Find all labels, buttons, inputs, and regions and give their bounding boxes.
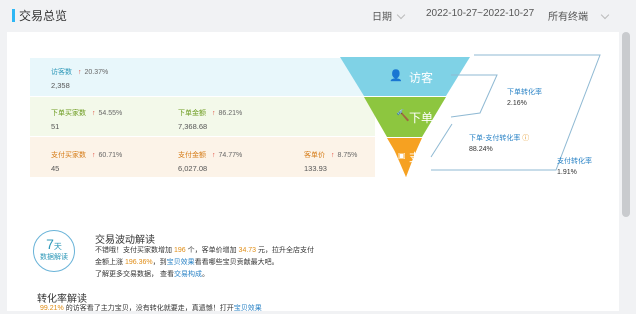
- funnel-stage-label: 下单: [409, 111, 434, 125]
- funnel-stage-visit: [340, 57, 470, 96]
- badge-days: 7: [46, 236, 54, 252]
- conv-pay: 支付转化率 1.91%: [557, 156, 592, 176]
- text: 不错哦！支付买家数增加: [95, 247, 172, 254]
- conv-connector-orderpay: [430, 123, 453, 158]
- text: 查看: [159, 271, 174, 278]
- conv-line: 99.21% 的访客看了主力宝贝，没有转化就要走，真遗憾！打开宝贝效果: [40, 303, 262, 314]
- highlight-num: 34.73: [238, 247, 257, 254]
- text: 个，客单价增加: [187, 247, 237, 254]
- conv-value: 2.16%: [507, 100, 527, 107]
- funnel-stage-label: 支付: [409, 152, 431, 164]
- wallet-icon: ▣: [398, 151, 406, 160]
- conv-label: 支付转化率: [557, 158, 592, 165]
- text: 看看哪些宝贝贡献最大吧。: [194, 259, 279, 266]
- hammer-icon: 🔨: [396, 110, 410, 122]
- item-effect-link[interactable]: 宝贝效果: [167, 259, 195, 266]
- user-icon: 👤: [389, 70, 403, 82]
- conv-label: 下单-支付转化率: [469, 135, 521, 142]
- trade-structure-link[interactable]: 交易构成: [174, 271, 202, 278]
- text: 金额上涨: [95, 259, 123, 266]
- text: 。: [201, 271, 209, 278]
- conv-label: 下单转化率: [507, 89, 542, 96]
- highlight-num: 196.36%: [124, 259, 153, 266]
- text: ，到: [152, 259, 167, 266]
- wave-line-2: 金额上涨 196.36%，到宝贝效果看看哪些宝贝贡献最大吧。: [95, 257, 279, 268]
- conv-value: 1.91%: [557, 169, 577, 176]
- funnel-stage-label: 访客: [409, 71, 434, 85]
- wave-title: 交易波动解读: [95, 235, 155, 246]
- badge-unit: 天: [53, 242, 62, 251]
- highlight-num: 196: [173, 247, 186, 254]
- badge-text: 数据解读: [40, 254, 68, 261]
- text: 元，拉升全店支付: [258, 247, 315, 254]
- conv-order-pay: 下单-支付转化率 ⓘ 88.24%: [469, 133, 529, 153]
- conv-value: 88.24%: [469, 146, 493, 153]
- wave-line-1: 不错哦！支付买家数增加 196 个，客单价增加 34.73 元，拉升全店支付: [95, 245, 314, 256]
- wave-line-3: 了解更多交易数据， 查看交易构成。: [95, 269, 209, 280]
- conv-connector-order: [450, 74, 498, 118]
- help-icon[interactable]: ⓘ: [522, 135, 529, 142]
- conv-order: 下单转化率 2.16%: [507, 87, 542, 107]
- seven-day-badge: 7天 数据解读: [33, 230, 75, 272]
- text: 了解更多交易数据，: [95, 271, 158, 278]
